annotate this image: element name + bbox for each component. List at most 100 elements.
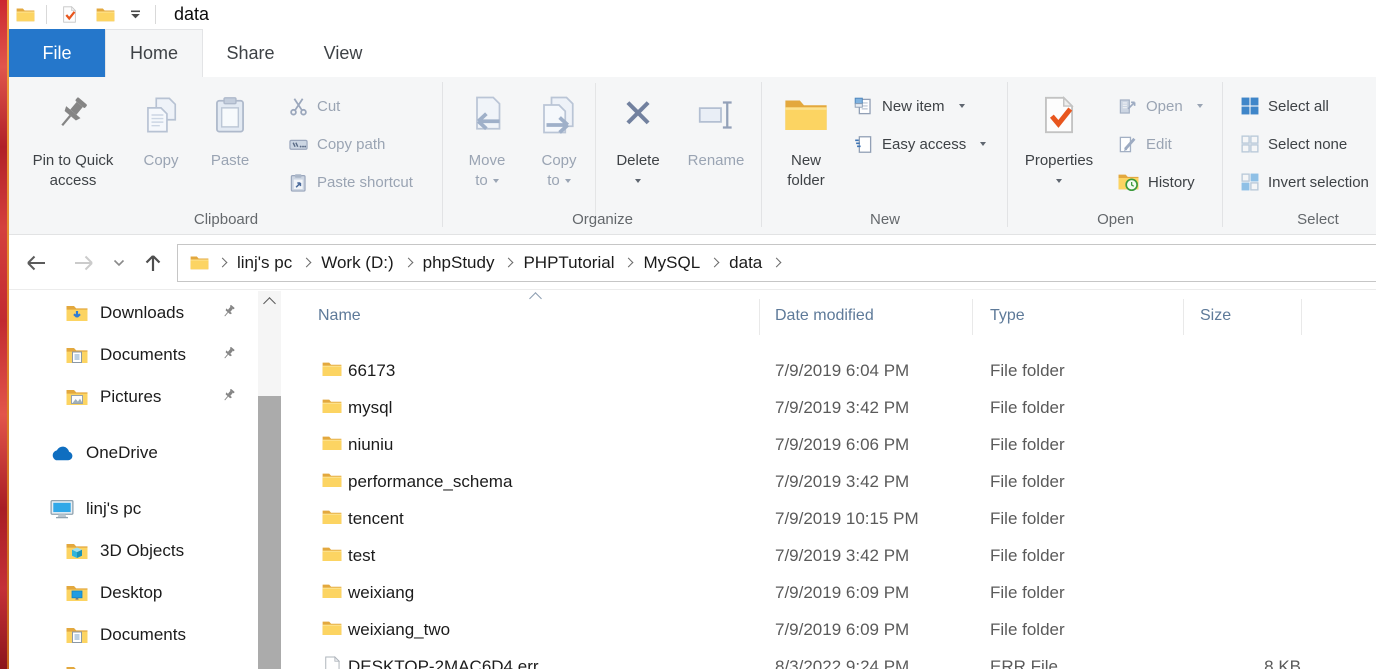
select-none-button[interactable]: Select none — [1241, 125, 1369, 163]
file-date: 7/9/2019 6:09 PM — [775, 583, 910, 602]
copy-button[interactable]: Copy — [129, 77, 193, 171]
copy-path-button[interactable]: Copy path — [289, 125, 413, 163]
column-header-type[interactable]: Type — [990, 307, 1025, 325]
file-type: File folder — [990, 361, 1065, 380]
downloads-folder-icon — [66, 306, 88, 321]
history-button[interactable]: History — [1118, 163, 1203, 201]
file-name[interactable]: test — [348, 546, 375, 566]
tab-home[interactable]: Home — [105, 29, 203, 77]
file-date: 7/9/2019 3:42 PM — [775, 472, 910, 491]
up-button[interactable] — [143, 253, 163, 273]
file-row[interactable]: test 7/9/2019 3:42 PM File folder — [290, 538, 1376, 575]
select-all-button[interactable]: Select all — [1241, 87, 1369, 125]
file-row[interactable]: DESKTOP-2MAC6D4.err 8/3/2022 9:24 PM ERR… — [290, 649, 1376, 669]
sidebar-item-label: 3D Objects — [100, 541, 185, 560]
file-row[interactable]: niuniu 7/9/2019 6:06 PM File folder — [290, 427, 1376, 464]
new-folder-button[interactable]: New folder — [770, 77, 842, 191]
pin-icon — [221, 304, 236, 319]
file-type: File folder — [990, 620, 1065, 639]
delete-button[interactable]: Delete — [600, 77, 676, 191]
tab-share[interactable]: Share — [203, 29, 298, 77]
paste-shortcut-button[interactable]: Paste shortcut — [289, 163, 413, 201]
move-to-button[interactable]: Move to — [455, 77, 519, 191]
file-name[interactable]: 66173 — [348, 361, 395, 381]
column-header-name[interactable]: Name — [318, 307, 361, 325]
breadcrumb-item[interactable]: Work (D:) — [313, 253, 401, 273]
file-name[interactable]: mysql — [348, 398, 392, 418]
scroll-up-icon[interactable] — [263, 297, 276, 310]
copy-path-icon — [289, 139, 308, 150]
desktop-wallpaper-strip — [0, 0, 9, 669]
column-header-date-modified[interactable]: Date modified — [775, 307, 874, 325]
properties-check-icon — [1040, 96, 1078, 134]
pin-to-quick-access-button[interactable]: Pin to Quick access — [17, 77, 129, 191]
sidebar-item-desktop[interactable]: Desktop — [66, 578, 162, 608]
file-row[interactable]: performance_schema 7/9/2019 3:42 PM File… — [290, 464, 1376, 501]
breadcrumb-chevron-icon — [504, 257, 514, 268]
file-name[interactable]: niuniu — [348, 435, 393, 455]
file-row[interactable]: weixiang_two 7/9/2019 6:09 PM File folde… — [290, 612, 1376, 649]
breadcrumb-item-current[interactable]: data — [721, 253, 770, 273]
column-separator[interactable] — [1301, 299, 1302, 335]
address-bar[interactable]: linj's pc Work (D:) phpStudy PHPTutorial… — [177, 243, 1376, 282]
file-date: 7/9/2019 6:04 PM — [775, 361, 910, 380]
sidebar-scrollbar[interactable] — [258, 291, 281, 669]
copy-to-button[interactable]: Copy to — [527, 77, 591, 191]
qat-new-folder-button[interactable] — [93, 3, 118, 27]
sidebar-item-3d-objects[interactable]: 3D Objects — [66, 536, 184, 566]
folder-icon — [322, 510, 342, 524]
organize-divider — [595, 83, 596, 221]
breadcrumb-item[interactable]: PHPTutorial — [515, 253, 622, 273]
paste-button[interactable]: Paste — [197, 77, 263, 171]
qat-customize-button[interactable] — [127, 3, 144, 27]
file-type: File folder — [990, 546, 1065, 565]
sidebar-item-onedrive[interactable]: OneDrive — [50, 438, 158, 468]
file-row[interactable]: tencent 7/9/2019 10:15 PM File folder — [290, 501, 1376, 538]
sidebar-item-documents[interactable]: Documents — [66, 340, 186, 370]
sidebar-item-partial[interactable] — [66, 659, 88, 669]
copy-to-icon — [542, 95, 575, 135]
documents-folder-icon — [66, 348, 88, 363]
breadcrumb-item[interactable]: linj's pc — [229, 253, 300, 273]
organize-group-label: Organize — [572, 211, 633, 228]
column-separator[interactable] — [1183, 299, 1184, 335]
column-separator[interactable] — [972, 299, 973, 335]
breadcrumb-item[interactable]: phpStudy — [415, 253, 503, 273]
new-item-button[interactable]: New item — [854, 87, 986, 125]
properties-button[interactable]: Properties — [1016, 77, 1102, 191]
main-content: Downloads Documents Pictures OneDrive li… — [9, 291, 1376, 669]
file-row[interactable]: 66173 7/9/2019 6:04 PM File folder — [290, 353, 1376, 390]
documents-folder-icon — [66, 628, 88, 643]
file-row[interactable]: mysql 7/9/2019 3:42 PM File folder — [290, 390, 1376, 427]
column-separator[interactable] — [759, 299, 760, 335]
sidebar-item-this-pc[interactable]: linj's pc — [50, 494, 141, 524]
column-header-size[interactable]: Size — [1200, 307, 1231, 325]
rename-button[interactable]: Rename — [676, 77, 756, 171]
edit-button[interactable]: Edit — [1118, 125, 1203, 163]
ribbon-home: Pin to Quick access Copy Paste Cut Copy … — [9, 77, 1376, 235]
scrollbar-thumb[interactable] — [258, 396, 281, 669]
cut-button[interactable]: Cut — [289, 87, 413, 125]
back-button[interactable] — [25, 254, 47, 272]
recent-locations-button[interactable] — [113, 259, 125, 267]
open-button[interactable]: Open — [1118, 87, 1203, 125]
sidebar-item-documents-pc[interactable]: Documents — [66, 620, 186, 650]
file-name[interactable]: DESKTOP-2MAC6D4.err — [348, 657, 539, 669]
folder-icon — [322, 399, 342, 413]
tab-file[interactable]: File — [9, 29, 105, 77]
file-name[interactable]: weixiang — [348, 583, 414, 603]
file-name[interactable]: tencent — [348, 509, 404, 529]
file-name[interactable]: performance_schema — [348, 472, 512, 492]
tab-view[interactable]: View — [298, 29, 388, 77]
file-row[interactable]: weixiang 7/9/2019 6:09 PM File folder — [290, 575, 1376, 612]
forward-button[interactable] — [73, 254, 95, 272]
qat-separator — [155, 5, 156, 24]
sidebar-item-pictures[interactable]: Pictures — [66, 382, 161, 412]
sidebar-item-downloads[interactable]: Downloads — [66, 298, 184, 328]
easy-access-button[interactable]: Easy access — [854, 125, 987, 163]
qat-properties-button[interactable] — [58, 3, 81, 27]
invert-selection-button[interactable]: Invert selection — [1241, 163, 1369, 201]
edit-pencil-icon — [1118, 135, 1136, 153]
file-name[interactable]: weixiang_two — [348, 620, 450, 640]
breadcrumb-item[interactable]: MySQL — [635, 253, 708, 273]
